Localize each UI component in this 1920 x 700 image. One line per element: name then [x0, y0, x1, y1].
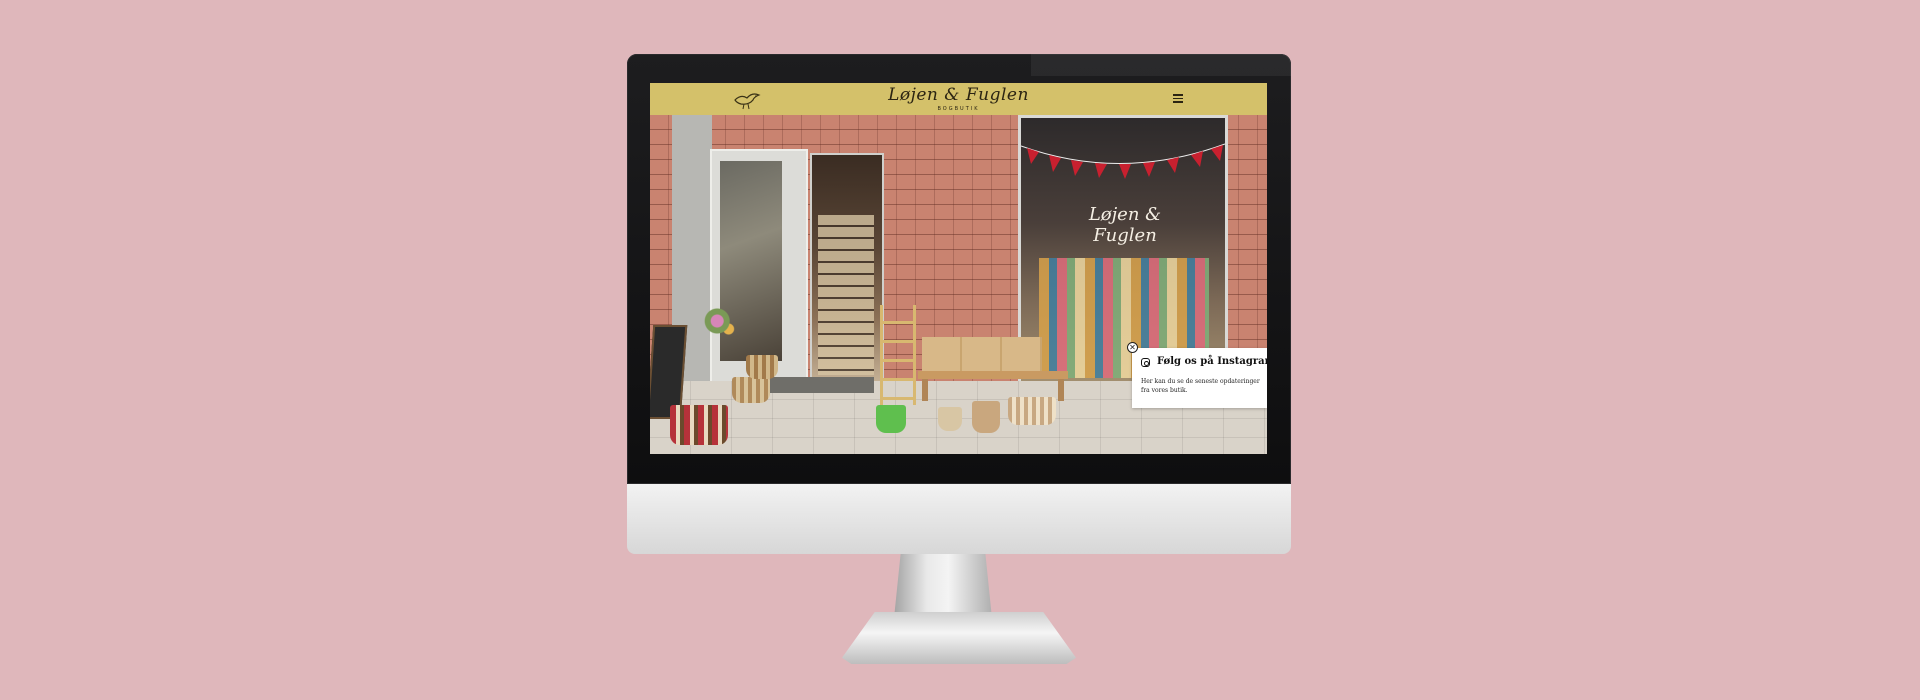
website-screen: Løjen & Fuglen Løjen & Fuglen BOGBUTIK ✕… — [650, 83, 1267, 454]
menu-bar — [1173, 94, 1183, 96]
wooden-ladder — [880, 305, 916, 405]
close-icon[interactable]: ✕ — [1127, 342, 1138, 353]
bench-leg — [1058, 379, 1064, 401]
site-logo[interactable]: Løjen & Fuglen BOGBUTIK — [850, 84, 1067, 114]
monitor-stand-neck — [894, 554, 992, 616]
door-mat — [754, 377, 874, 393]
logo-subtitle: BOGBUTIK — [937, 106, 980, 112]
hamburger-menu-icon[interactable] — [1173, 94, 1183, 103]
logo-text: Løjen & Fuglen — [888, 85, 1029, 105]
menu-bar — [1173, 101, 1183, 103]
popup-text: Her kan du se de seneste opdateringer fr… — [1141, 378, 1260, 394]
monitor-stand-base — [842, 612, 1076, 664]
shop-interior — [818, 215, 874, 375]
flower-pots — [702, 305, 740, 345]
bird-icon[interactable] — [732, 87, 762, 111]
flag-bunting — [1021, 143, 1225, 179]
bench-leg — [922, 379, 928, 401]
bezel-glare — [1031, 54, 1291, 76]
monitor-bezel: Løjen & Fuglen Løjen & Fuglen BOGBUTIK ✕… — [627, 54, 1291, 484]
paper-bag — [972, 401, 1000, 433]
basket — [746, 355, 778, 379]
site-header: Løjen & Fuglen BOGBUTIK — [650, 83, 1267, 115]
wooden-boxes — [922, 337, 1042, 371]
imac-monitor: Løjen & Fuglen Løjen & Fuglen BOGBUTIK ✕… — [627, 54, 1291, 554]
instagram-icon[interactable] — [1141, 358, 1150, 367]
basket — [670, 405, 728, 445]
monitor-chin — [627, 484, 1291, 554]
display-window: Løjen & Fuglen — [1018, 115, 1228, 385]
basket — [938, 407, 962, 431]
instagram-popup[interactable]: ✕ Følg os på Instagram! Her kan du se de… — [1127, 342, 1267, 408]
basket — [732, 377, 770, 403]
wooden-bench — [918, 371, 1068, 379]
popup-title[interactable]: Følg os på Instagram! — [1157, 356, 1267, 367]
basket — [1008, 397, 1056, 425]
green-bag — [876, 405, 906, 433]
menu-bar — [1173, 97, 1183, 100]
window-logo-text: Løjen & Fuglen — [1088, 204, 1162, 246]
open-doorway — [810, 153, 884, 389]
